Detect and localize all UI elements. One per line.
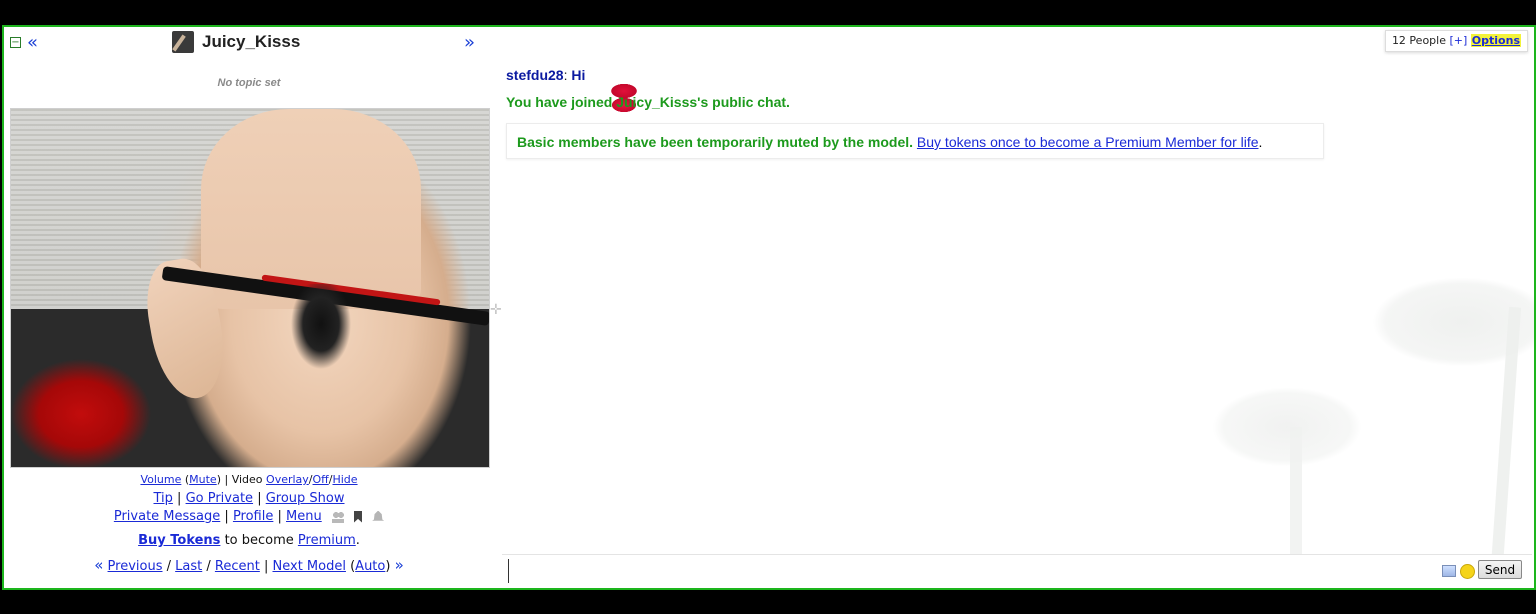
options-link[interactable]: Options — [1470, 34, 1521, 47]
notice-text: Basic members have been temporarily mute… — [517, 134, 914, 150]
nav-right-arrow-icon: » — [394, 556, 404, 574]
send-button[interactable]: Send — [1478, 560, 1522, 579]
model-actions: Private Message | Profile | Menu — [4, 509, 494, 524]
chat-username[interactable]: stefdu28 — [506, 67, 564, 83]
premium-link[interactable]: Premium — [298, 533, 356, 548]
premium-promo: Buy Tokens to become Premium. — [138, 533, 360, 548]
video-bow — [291, 284, 351, 379]
video-label: Video — [231, 473, 263, 486]
muted-notice: Basic members have been temporarily mute… — [506, 123, 1324, 159]
auto-link[interactable]: Auto — [355, 559, 385, 574]
expand-people-button[interactable]: [+] — [1449, 34, 1467, 47]
image-icon[interactable] — [1442, 565, 1456, 577]
chat-input[interactable] — [508, 559, 1433, 583]
people-count[interactable]: 12 People — [1392, 34, 1446, 47]
smiley-icon[interactable] — [1460, 564, 1475, 579]
resize-handle-icon[interactable]: ✛ — [490, 302, 502, 318]
last-link[interactable]: Last — [175, 559, 202, 574]
chat-window: − « Juicy_Kisss » No topic set Volume (M… — [2, 25, 1536, 590]
model-avatar-icon — [172, 31, 194, 53]
room-topic: No topic set — [217, 77, 281, 89]
private-message-link[interactable]: Private Message — [114, 509, 220, 524]
chat-message: stefdu28: Hi — [506, 67, 642, 117]
buy-tokens-notice-link[interactable]: Buy tokens once to become a Premium Memb… — [917, 134, 1259, 150]
collapse-icon[interactable]: − — [10, 37, 21, 48]
go-private-link[interactable]: Go Private — [186, 491, 253, 506]
show-actions: Tip | Go Private | Group Show — [153, 491, 345, 506]
tip-link[interactable]: Tip — [154, 491, 173, 506]
bookmark-icon[interactable] — [354, 510, 362, 523]
promo-text: to become — [224, 533, 294, 548]
mute-link[interactable]: Mute — [189, 473, 217, 486]
recent-link[interactable]: Recent — [215, 559, 260, 574]
previous-link[interactable]: Previous — [108, 559, 163, 574]
previous-model-arrow[interactable]: « — [27, 32, 38, 53]
next-model-link[interactable]: Next Model — [273, 559, 346, 574]
off-link[interactable]: Off — [313, 473, 329, 486]
video-player[interactable] — [10, 108, 490, 468]
model-name: Juicy_Kisss — [202, 32, 301, 51]
profile-link[interactable]: Profile — [233, 509, 273, 524]
nav-left-arrow-icon: « — [94, 556, 104, 574]
buy-tokens-link[interactable]: Buy Tokens — [138, 533, 220, 548]
next-model-arrow[interactable]: » — [464, 32, 475, 53]
model-header: Juicy_Kisss — [172, 31, 300, 53]
system-message: You have joined Juicy_Kisss's public cha… — [506, 94, 790, 110]
red-cloth — [11, 349, 161, 467]
volume-link[interactable]: Volume — [140, 473, 181, 486]
menu-link[interactable]: Menu — [286, 509, 322, 524]
chat-panel: 12 People [+] Options stefdu28: Hi You h… — [502, 27, 1534, 588]
people-counter: 12 People [+] Options — [1384, 30, 1528, 52]
chat-message-text: Hi — [571, 67, 586, 83]
group-show-link[interactable]: Group Show — [266, 491, 345, 506]
bell-icon[interactable] — [372, 510, 385, 521]
users-icon[interactable] — [331, 510, 344, 523]
hide-link[interactable]: Hide — [332, 473, 357, 486]
video-controls: Volume (Mute) | Video Overlay/Off/Hide — [140, 473, 358, 486]
model-navigation: « Previous / Last / Recent | Next Model … — [94, 556, 404, 574]
model-panel: − « Juicy_Kisss » No topic set Volume (M… — [4, 27, 494, 588]
chat-input-bar: Send — [502, 554, 1532, 587]
palm-decoration — [1212, 387, 1362, 467]
overlay-link[interactable]: Overlay — [266, 473, 309, 486]
